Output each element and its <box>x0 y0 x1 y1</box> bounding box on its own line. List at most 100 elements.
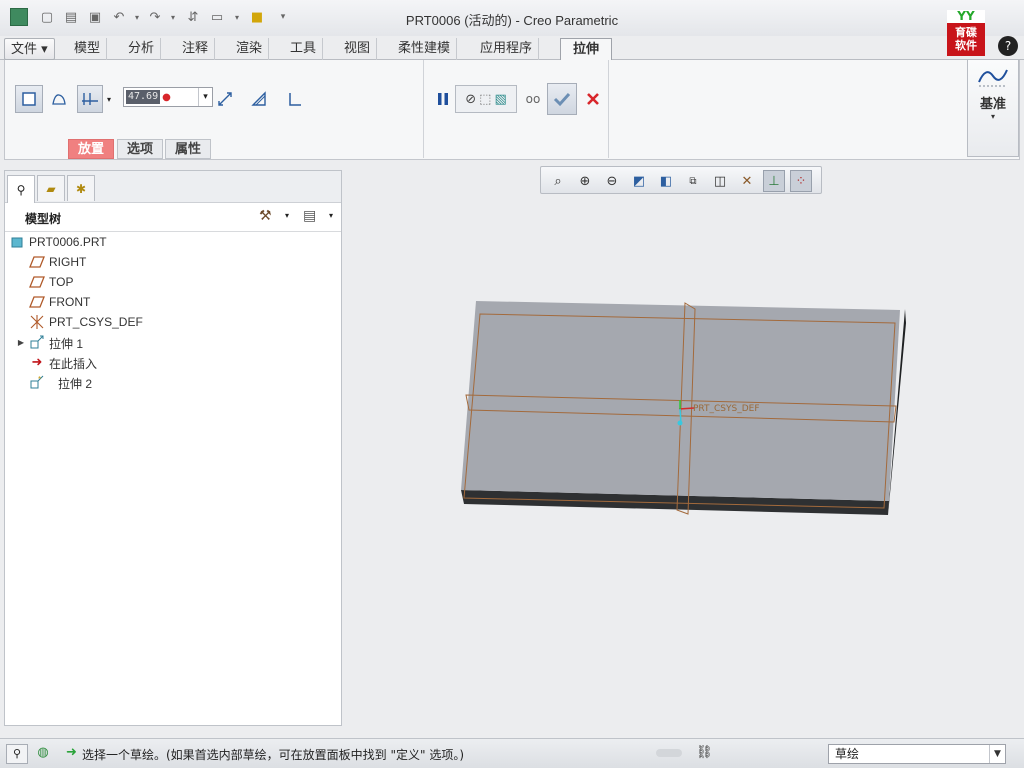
csys-origin-marker <box>677 420 683 426</box>
glasses-preview-icon[interactable]: oo <box>519 85 547 113</box>
browser-toggle-icon[interactable]: ◍ <box>32 744 54 764</box>
display-style-icon[interactable]: ◧ <box>655 170 677 192</box>
cancel-button[interactable] <box>579 85 607 113</box>
solid-icon <box>22 92 36 106</box>
preview-options-group: ⊘ ⬚ ▧ <box>455 85 517 113</box>
tab-favorites[interactable]: ✱ <box>67 175 95 201</box>
cancel-x-icon <box>587 93 599 105</box>
refit-icon[interactable]: ⌕ <box>547 170 569 192</box>
tree-item-label: PRT_CSYS_DEF <box>49 315 143 329</box>
selection-filter-value: 草绘 <box>835 747 860 761</box>
tab-model[interactable]: 模型 <box>68 38 108 60</box>
tree-item-right-plane[interactable]: RIGHT <box>5 252 341 272</box>
tab-file[interactable]: 文件 ▾ <box>4 38 55 60</box>
tab-view[interactable]: 视图 <box>338 38 378 60</box>
tab-placement[interactable]: 放置 <box>68 139 115 159</box>
tab-applications[interactable]: 应用程序 <box>474 38 540 60</box>
tree-item-label: TOP <box>49 275 74 289</box>
partial-preview-icon[interactable]: ⬚ <box>479 92 491 107</box>
svg-text:*: * <box>38 375 41 384</box>
tree-item-label: 拉伸 1 <box>49 337 84 351</box>
csys-label: PRT_CSYS_DEF <box>693 404 760 414</box>
status-message: 选择一个草绘。(如果首选内部草绘，可在放置面板中找到 "定义" 选项。) <box>82 748 465 762</box>
graphics-area[interactable]: PRT_CSYS_DEF <box>344 196 1020 726</box>
required-dot-icon: ● <box>162 91 171 103</box>
tab-folder-browser[interactable]: ▰ <box>37 175 65 201</box>
find-icon[interactable]: ⛓ <box>696 745 713 760</box>
window-title: PRT0006 (活动的) - Creo Parametric <box>405 13 619 28</box>
selection-filter[interactable]: 草绘 ▼ <box>828 744 1006 764</box>
zoom-in-icon[interactable]: ⊕ <box>574 170 596 192</box>
tree-item-top-plane[interactable]: TOP <box>5 272 341 292</box>
part-icon <box>9 234 25 250</box>
zoom-out-icon[interactable]: ⊖ <box>601 170 623 192</box>
flip-direction-button[interactable] <box>211 85 239 113</box>
extrude-dashboard: ▾ 47.69 ● ▾ 放置 选项 属性 ⊘ ⬚ ▧ oo 基准 ▾ <box>4 60 1020 160</box>
expand-arrow-icon[interactable]: ▶ <box>13 334 29 350</box>
tab-analysis[interactable]: 分析 <box>122 38 162 60</box>
flip-direction-icon <box>218 92 232 106</box>
tree-item-part[interactable]: PRT0006.PRT <box>5 232 341 252</box>
view-toolbar: ⌕ ⊕ ⊖ ◩ ◧ ⧉ ◫ ✕ ⊥ ⁘ <box>540 166 822 194</box>
csys-x-axis <box>678 407 695 410</box>
tree-item-csys[interactable]: PRT_CSYS_DEF <box>5 312 341 332</box>
message-arrow-icon: ➜ <box>66 745 77 760</box>
solid-button[interactable] <box>15 85 43 113</box>
extrude-icon <box>29 334 45 350</box>
tree-item-extrude-2[interactable]: * 拉伸 2 <box>5 372 341 392</box>
no-preview-icon[interactable]: ⊘ <box>465 92 476 107</box>
logo-text-mid: 育碟 <box>955 26 977 39</box>
repaint-icon[interactable]: ◩ <box>628 170 650 192</box>
tab-model-tree[interactable]: ⚲ <box>7 175 35 203</box>
navigator-toggle-icon[interactable]: ⚲ <box>6 744 28 764</box>
view-manager-icon[interactable]: ◫ <box>709 170 731 192</box>
datum-dropdown-icon: ▾ <box>990 112 995 121</box>
depth-option-dropdown[interactable]: ▾ <box>103 85 115 113</box>
model-tree-title: 模型树 <box>25 212 62 226</box>
remove-material-button[interactable] <box>245 85 273 113</box>
tree-settings-icon[interactable]: ⚒ <box>259 208 272 224</box>
tree-item-extrude-1[interactable]: ▶ 拉伸 1 <box>5 332 341 352</box>
surface-button[interactable] <box>45 85 73 113</box>
tab-flexible-modeling[interactable]: 柔性建模 <box>392 38 458 60</box>
tab-annotate[interactable]: 注释 <box>176 38 216 60</box>
verify-preview-icon[interactable]: ▧ <box>494 92 506 107</box>
extrude-new-icon: * <box>29 374 45 390</box>
thicken-sketch-button[interactable] <box>281 85 309 113</box>
saved-orientations-icon[interactable]: ⧉ <box>682 170 704 192</box>
pause-button[interactable] <box>429 85 457 113</box>
datum-plane-icon <box>29 274 45 290</box>
logo-text-top: YY <box>947 10 985 23</box>
depth-value[interactable]: 47.69 <box>126 90 161 104</box>
depth-option-button[interactable] <box>77 85 103 113</box>
depth-input[interactable]: 47.69 ● ▾ <box>123 87 213 107</box>
tab-extrude[interactable]: 拉伸 <box>560 38 613 62</box>
csys-icon <box>29 314 45 330</box>
tree-settings-dropdown-icon[interactable]: ▾ <box>285 211 289 220</box>
ok-button[interactable] <box>547 83 577 115</box>
datum-display-icon[interactable]: ✕ <box>736 170 758 192</box>
datum-plane-icon <box>29 254 45 270</box>
filter-dropdown-icon[interactable]: ▼ <box>989 745 1005 763</box>
tree-icon: ⚲ <box>16 182 26 197</box>
datum-button[interactable]: 基准 ▾ <box>967 60 1019 157</box>
depth-dropdown-icon[interactable]: ▾ <box>198 88 212 106</box>
ribbon-separator-2 <box>608 60 609 158</box>
surface-icon <box>52 94 66 105</box>
tab-properties[interactable]: 属性 <box>165 139 212 159</box>
tree-item-front-plane[interactable]: FRONT <box>5 292 341 312</box>
datum-curve-icon <box>978 69 1008 87</box>
navigator-tabs: ⚲ ▰ ✱ <box>5 171 341 203</box>
tree-show-dropdown-icon[interactable]: ▾ <box>329 211 333 220</box>
tree-show-icon[interactable]: ▤ <box>303 208 316 224</box>
favorites-icon: ✱ <box>75 181 87 196</box>
datum-plane-icon <box>29 294 45 310</box>
tab-tools[interactable]: 工具 <box>284 38 324 60</box>
tab-render[interactable]: 渲染 <box>230 38 270 60</box>
insert-here-arrow-icon: ➜ <box>31 354 43 369</box>
annotation-display-icon[interactable]: ⁘ <box>790 170 812 192</box>
tab-options[interactable]: 选项 <box>117 139 164 159</box>
spin-center-icon[interactable]: ⊥ <box>763 170 785 192</box>
folder-icon: ▰ <box>46 181 56 196</box>
tree-item-insert-here[interactable]: ➜ 在此插入 <box>5 352 341 372</box>
